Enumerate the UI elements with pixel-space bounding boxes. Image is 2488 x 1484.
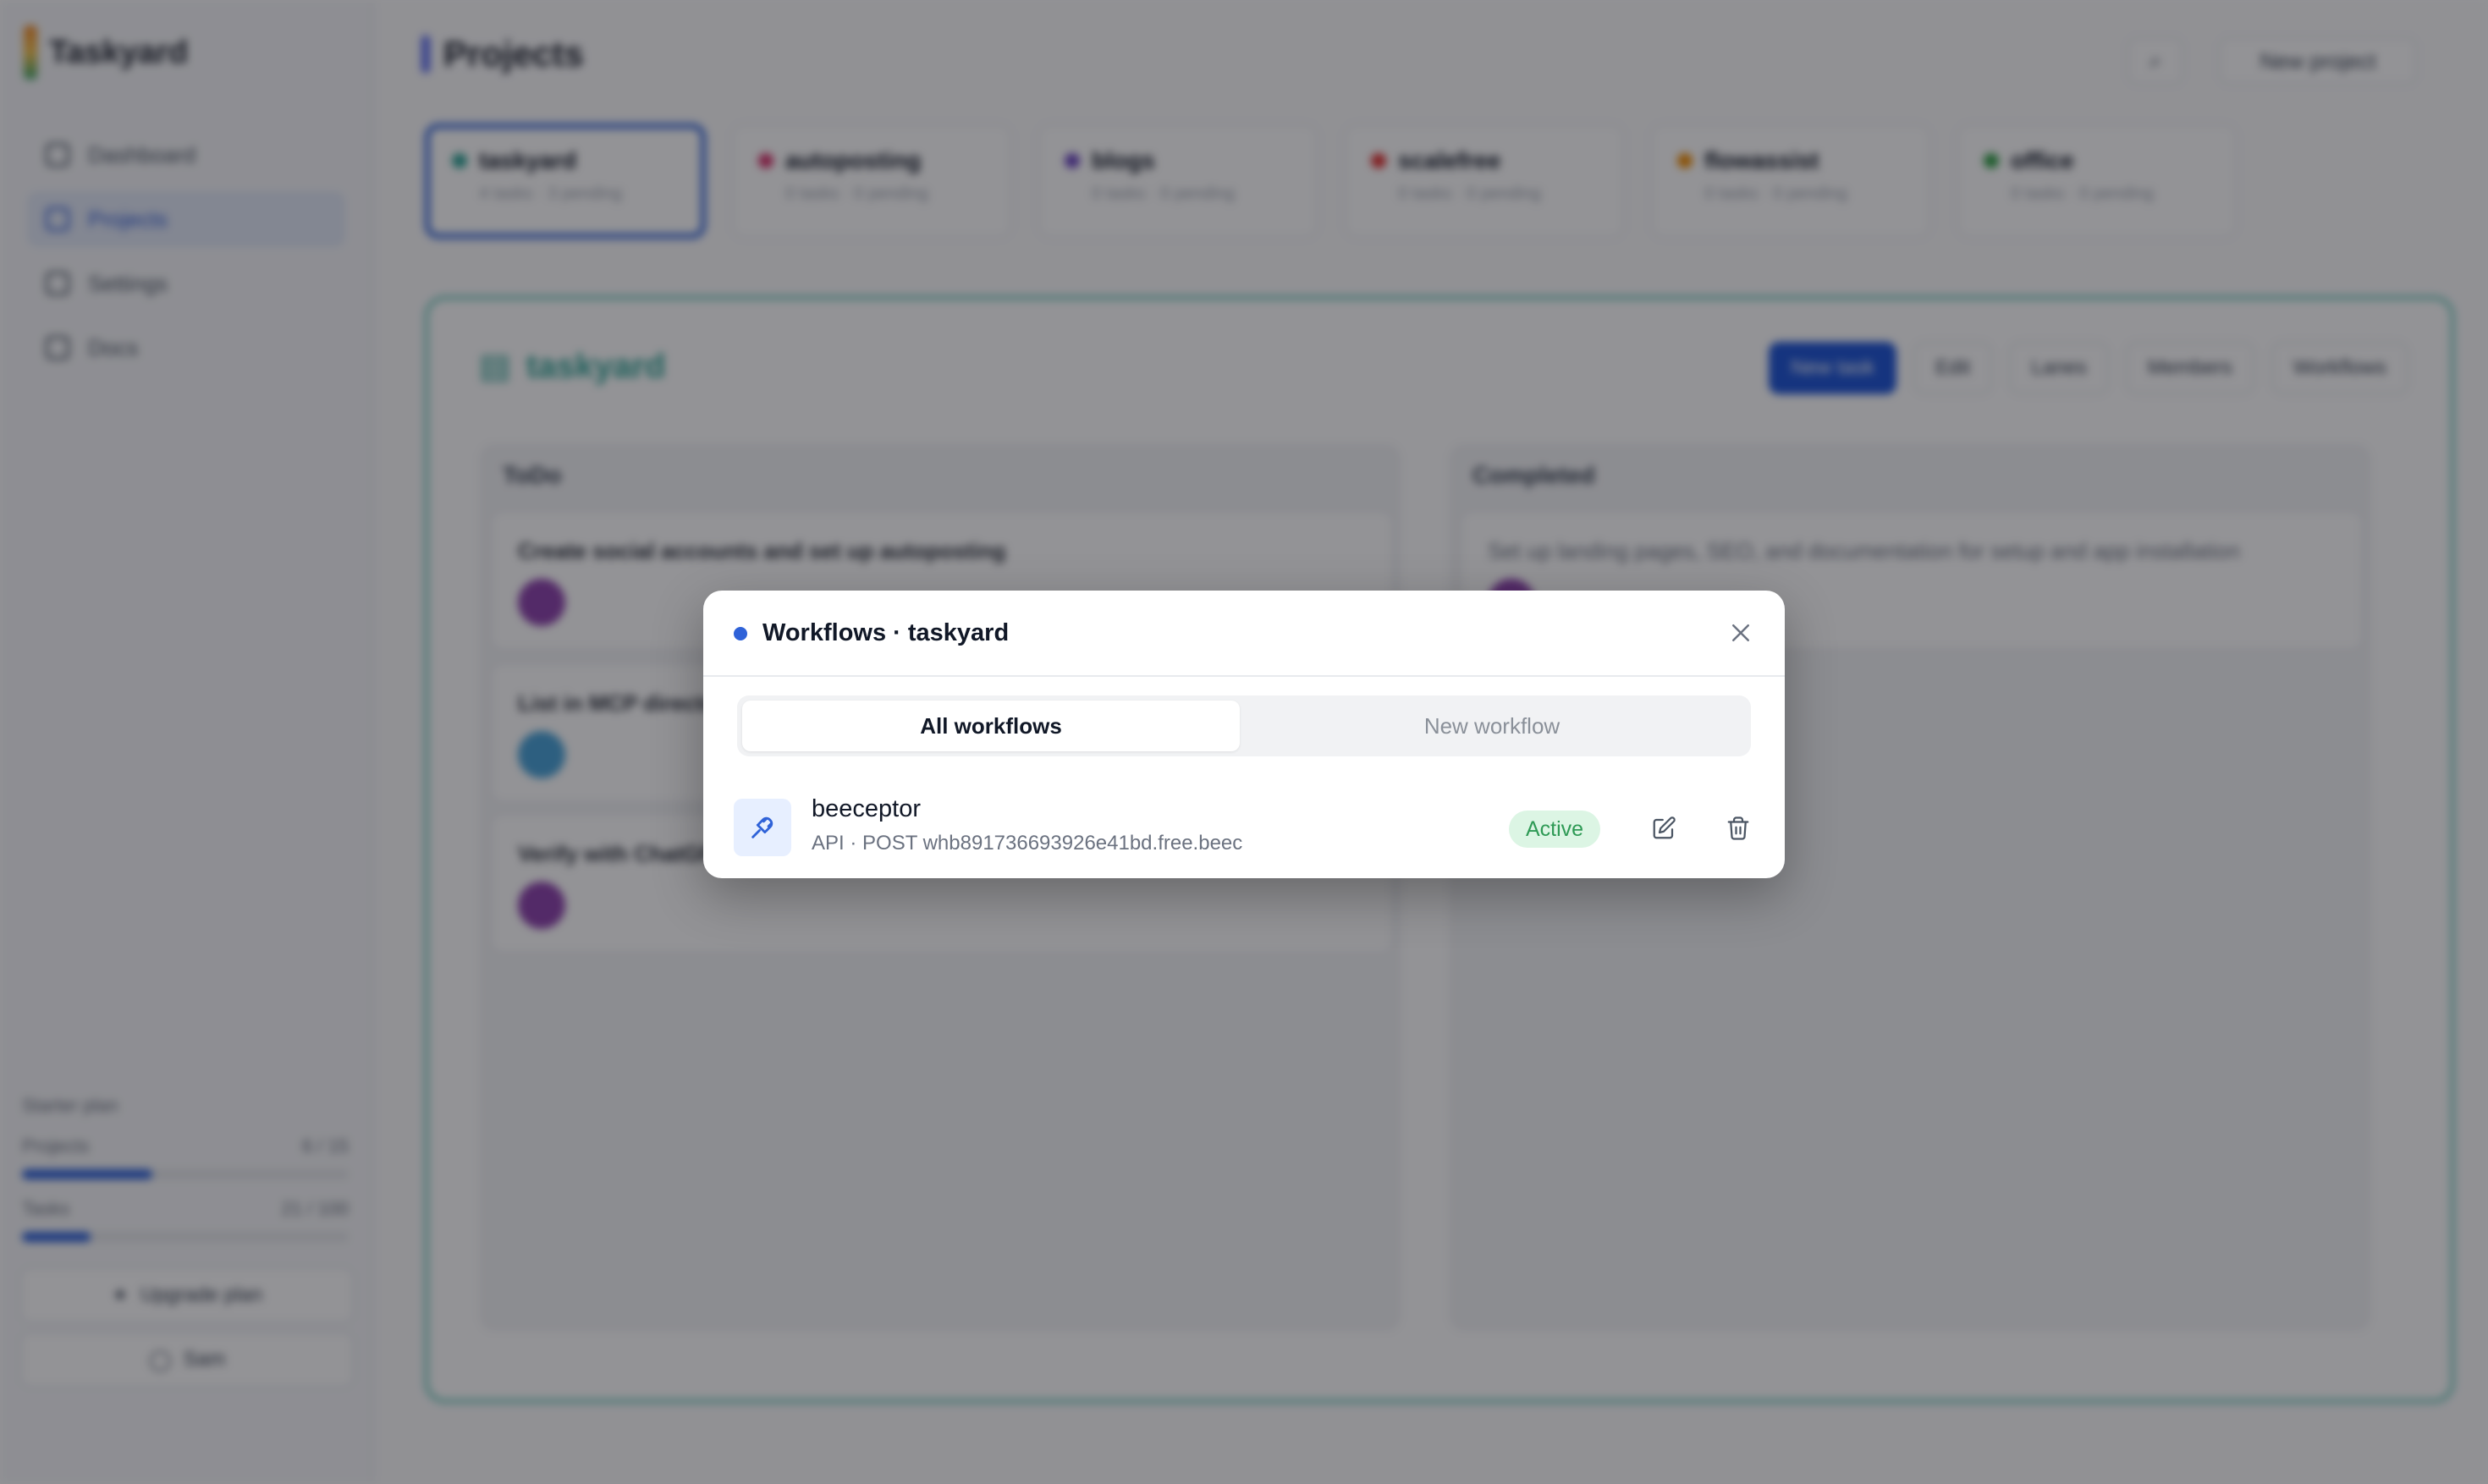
workflow-endpoint: API · POST whb891736693926e41bd.free.bee… [812, 832, 1243, 855]
trash-icon [1727, 816, 1749, 840]
delete-workflow-button[interactable] [1719, 809, 1758, 848]
dialog-title: Workflows · taskyard [762, 619, 1010, 646]
status-badge: Active [1509, 811, 1601, 848]
workflow-name: beeceptor [812, 795, 921, 822]
edit-workflow-button[interactable] [1644, 809, 1683, 848]
edit-icon [1653, 816, 1676, 839]
project-color-dot [734, 627, 747, 640]
workflow-tabs: All workflows New workflow [737, 695, 1751, 756]
workflow-type-icon [734, 799, 791, 856]
tab-all-workflows[interactable]: All workflows [742, 701, 1240, 751]
tab-new-workflow[interactable]: New workflow [1243, 701, 1741, 751]
close-button[interactable] [1722, 614, 1759, 651]
workflows-dialog: Workflows · taskyard All workflows New w… [703, 591, 1785, 878]
plug-icon [751, 816, 773, 838]
workflow-row: beeceptor API · POST whb891736693926e41b… [734, 794, 1754, 861]
close-icon [1732, 624, 1749, 641]
dialog-header: Workflows · taskyard [703, 591, 1785, 677]
